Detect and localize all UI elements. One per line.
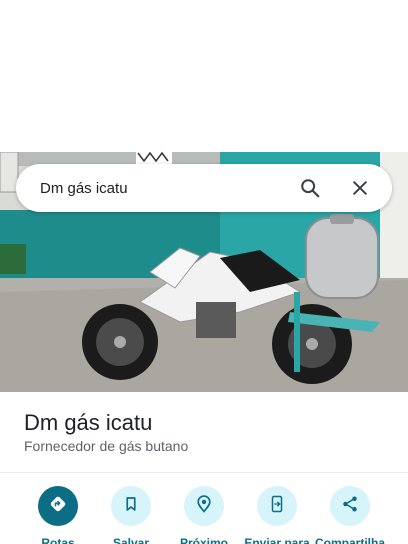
nearby-icon bbox=[194, 494, 214, 519]
place-category: Fornecedor de gás butano bbox=[24, 438, 189, 454]
close-icon[interactable] bbox=[342, 170, 378, 206]
search-icon[interactable] bbox=[292, 170, 328, 206]
directions-label: Rotas bbox=[41, 536, 75, 544]
nearby-label: Próximo bbox=[179, 536, 228, 544]
divider bbox=[0, 472, 408, 473]
directions-icon bbox=[48, 494, 68, 519]
place-info-panel: Dm gás icatu Fornecedor de gás butano Ro… bbox=[0, 392, 408, 544]
nearby-button[interactable]: Próximo bbox=[164, 486, 244, 544]
share-button[interactable]: Compartilha bbox=[310, 486, 390, 544]
send-to-phone-button[interactable]: Enviar para bbox=[237, 486, 317, 544]
share-icon bbox=[341, 495, 359, 518]
bookmark-icon bbox=[122, 495, 140, 518]
send-to-phone-icon bbox=[268, 495, 286, 518]
search-input[interactable]: Dm gás icatu bbox=[40, 180, 292, 197]
search-bar[interactable]: Dm gás icatu bbox=[16, 164, 392, 212]
send-to-phone-label: Enviar para bbox=[244, 536, 310, 544]
save-label: Salvar bbox=[112, 536, 150, 544]
place-title: Dm gás icatu bbox=[24, 410, 153, 435]
share-label: Compartilha bbox=[314, 536, 385, 544]
save-button[interactable]: Salvar bbox=[91, 486, 171, 544]
action-bar: Rotas Salvar Próximo Enviar para Compart… bbox=[0, 486, 408, 544]
directions-button[interactable]: Rotas bbox=[18, 486, 98, 544]
